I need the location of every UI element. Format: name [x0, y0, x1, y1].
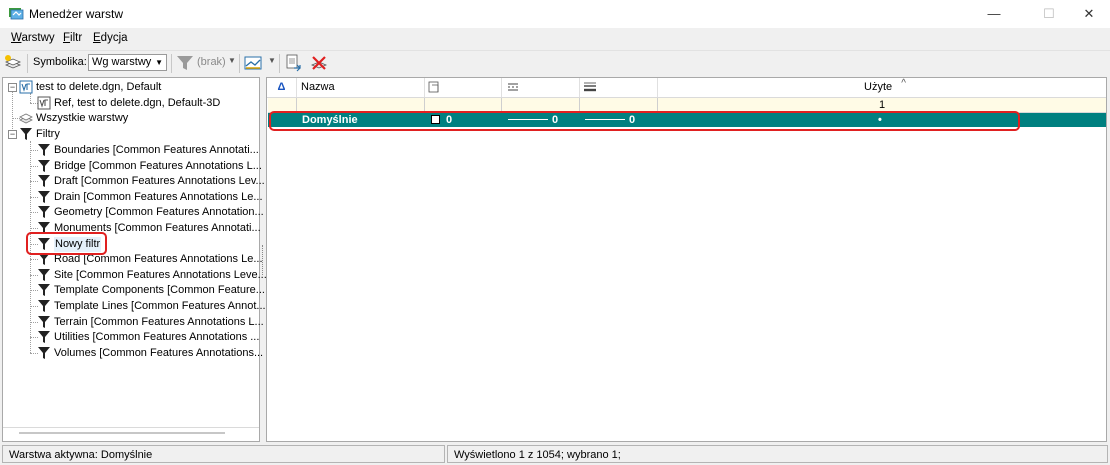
- display-icon[interactable]: [243, 53, 263, 73]
- export-icon[interactable]: [284, 53, 304, 73]
- layers-grid: Δ Nazwa Użyte ^ 1 Domyślnie 0 0 0 •: [266, 77, 1107, 442]
- title-bar: Menedżer warstw — ☐ ✕: [0, 0, 1110, 28]
- filter-icon: [20, 128, 32, 140]
- filter-icon: [38, 269, 50, 281]
- new-layer-icon[interactable]: [3, 53, 23, 73]
- line-style-icon: [508, 83, 518, 91]
- filter-icon[interactable]: [175, 53, 195, 73]
- toolbar-separator: [27, 54, 28, 73]
- filter-icon: [38, 175, 50, 187]
- menu-warstwy[interactable]: Warstwy: [11, 32, 55, 44]
- minimize-button[interactable]: —: [971, 0, 1017, 28]
- filter-value[interactable]: (brak): [197, 56, 226, 68]
- collapse-toggle[interactable]: −: [8, 83, 17, 92]
- dgn-file-icon: [19, 80, 33, 94]
- highlight-annotation: [269, 111, 1020, 131]
- color-icon: [428, 81, 439, 93]
- menu-bar: Warstwy Filtr Edycja: [0, 30, 1110, 48]
- sort-ascending-icon: ^: [901, 78, 906, 89]
- filter-icon: [38, 284, 50, 296]
- chevron-down-icon[interactable]: ▼: [228, 56, 236, 65]
- toolbar-separator: [279, 54, 280, 73]
- column-header-name[interactable]: Nazwa: [297, 78, 425, 97]
- delete-icon[interactable]: [309, 53, 329, 73]
- filter-cell[interactable]: [268, 98, 297, 112]
- active-column-header[interactable]: Δ: [267, 78, 297, 97]
- toolbar-separator: [239, 54, 240, 73]
- filter-icon: [38, 316, 50, 328]
- filter-cell-name[interactable]: [297, 98, 425, 112]
- maximize-icon: ☐: [1043, 6, 1055, 21]
- active-layer-status: Warstwa aktywna: Domyślnie: [2, 445, 445, 463]
- chevron-down-icon: ▼: [155, 58, 163, 67]
- collapse-toggle[interactable]: −: [8, 130, 17, 139]
- menu-filtr[interactable]: Filtr: [63, 32, 82, 44]
- filter-icon: [38, 300, 50, 312]
- symbology-label: Symbolika:: [33, 56, 87, 68]
- tree-panel: − test to delete.dgn, Default Ref, test …: [2, 77, 267, 442]
- divider: [3, 427, 259, 428]
- reference-file-icon: [37, 96, 51, 110]
- filter-icon: [38, 331, 50, 343]
- filter-cell-color[interactable]: [425, 98, 502, 112]
- toolbar-separator: [171, 54, 172, 73]
- filter-cell-style[interactable]: [502, 98, 580, 112]
- pane-splitter[interactable]: [262, 245, 265, 275]
- line-weight-icon: [584, 82, 596, 92]
- symbology-select[interactable]: Wg warstwy ▼: [88, 54, 167, 71]
- grid-header: Δ Nazwa Użyte ^: [267, 78, 1106, 98]
- filter-cell-weight[interactable]: [580, 98, 658, 112]
- filter-icon: [38, 191, 50, 203]
- close-button[interactable]: ✕: [1066, 0, 1110, 28]
- status-bar: Warstwa aktywna: Domyślnie Wyświetlono 1…: [0, 444, 1110, 465]
- toolbar: Symbolika: Wg warstwy ▼ (brak) ▼ ▼: [0, 50, 1110, 76]
- minimize-icon: —: [987, 6, 1001, 21]
- column-header-weight[interactable]: [580, 78, 658, 97]
- menu-edycja[interactable]: Edycja: [93, 32, 128, 44]
- layer-manager-icon: [9, 8, 24, 20]
- highlight-annotation: [26, 232, 107, 255]
- layers-icon: [19, 113, 33, 124]
- filter-icon: [38, 347, 50, 359]
- chevron-down-icon[interactable]: ▼: [268, 56, 276, 65]
- column-header-style[interactable]: [502, 78, 580, 97]
- filter-cell-used[interactable]: 1: [658, 98, 1106, 112]
- horizontal-scrollbar[interactable]: [19, 432, 225, 434]
- close-icon: ✕: [1083, 6, 1095, 21]
- filter-icon: [38, 206, 50, 218]
- filter-icon: [38, 160, 50, 172]
- selection-summary: Wyświetlono 1 z 1054; wybrano 1;: [447, 445, 1108, 463]
- column-header-used[interactable]: Użyte ^: [658, 78, 1106, 97]
- window-title: Menedżer warstw: [29, 7, 124, 21]
- column-header-color[interactable]: [425, 78, 502, 97]
- filter-icon: [38, 144, 50, 156]
